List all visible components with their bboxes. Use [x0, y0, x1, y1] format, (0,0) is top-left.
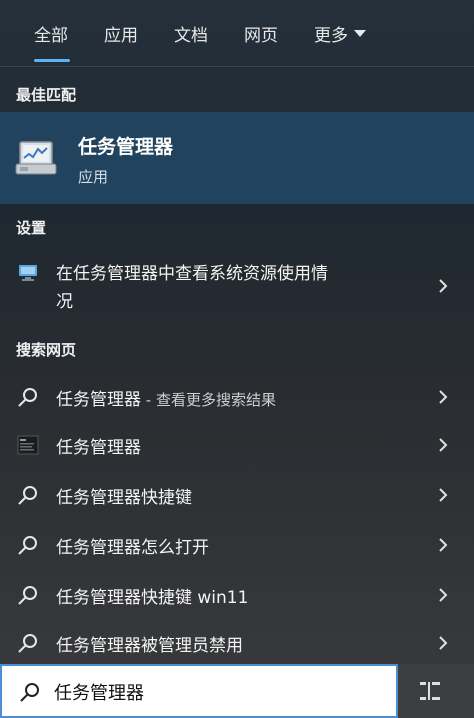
settings-result-line1: 在任务管理器中查看系统资源使用情: [56, 264, 328, 284]
web-result[interactable]: 任务管理器快捷键 win11: [0, 572, 474, 618]
web-result-text: 任务管理器: [56, 438, 141, 458]
chevron-right-icon: [439, 279, 448, 293]
web-result[interactable]: 任务管理器: [0, 422, 474, 468]
web-search-heading: 搜索网页: [16, 341, 77, 359]
web-result[interactable]: 任务管理器被管理员禁用: [0, 620, 474, 666]
best-match-subtitle: 应用: [78, 168, 109, 186]
tab-documents[interactable]: 文档: [156, 0, 226, 66]
caret-down-icon: [354, 29, 366, 37]
tab-apps[interactable]: 应用: [86, 0, 156, 66]
web-result-text: 任务管理器快捷键: [56, 488, 192, 508]
web-result-text: 任务管理器被管理员禁用: [56, 636, 243, 656]
tab-all[interactable]: 全部: [18, 0, 86, 66]
search-icon: [18, 634, 37, 653]
web-result-text: 任务管理器快捷键 win11: [56, 588, 249, 608]
task-view-icon[interactable]: [418, 680, 442, 702]
web-result[interactable]: 任务管理器怎么打开: [0, 522, 474, 568]
chevron-right-icon: [439, 488, 448, 502]
best-match-result[interactable]: 任务管理器 应用: [0, 112, 474, 204]
chevron-right-icon: [439, 390, 448, 404]
settings-result[interactable]: 在任务管理器中查看系统资源使用情 况: [0, 252, 474, 318]
chevron-right-icon: [439, 438, 448, 452]
web-result[interactable]: 任务管理器快捷键: [0, 472, 474, 518]
search-input[interactable]: [54, 676, 354, 708]
tab-more[interactable]: 更多: [296, 0, 384, 66]
search-category-tabs: 全部 应用 文档 网页 更多: [0, 0, 474, 66]
search-icon: [18, 486, 37, 505]
best-match-heading: 最佳匹配: [16, 86, 77, 104]
monitor-settings-icon: [19, 265, 37, 281]
tab-web[interactable]: 网页: [226, 0, 296, 66]
chevron-right-icon: [439, 588, 448, 602]
task-manager-icon: [15, 141, 57, 175]
web-result-text: 任务管理器怎么打开: [56, 538, 209, 558]
best-match-title: 任务管理器: [78, 136, 174, 158]
search-icon: [20, 683, 39, 702]
settings-heading: 设置: [16, 219, 47, 237]
settings-result-line2: 况: [56, 292, 73, 312]
search-icon: [18, 536, 37, 555]
web-thumbnail-icon: [17, 435, 39, 455]
search-icon: [18, 388, 37, 407]
tabs-divider: [0, 66, 474, 67]
web-result-suffix: - 查看更多搜索结果: [141, 391, 276, 409]
web-result-text: 任务管理器: [56, 390, 141, 410]
chevron-right-icon: [439, 636, 448, 650]
chevron-right-icon: [439, 538, 448, 552]
search-icon: [18, 586, 37, 605]
web-result[interactable]: 任务管理器 - 查看更多搜索结果: [0, 374, 474, 420]
search-box: [0, 664, 398, 718]
